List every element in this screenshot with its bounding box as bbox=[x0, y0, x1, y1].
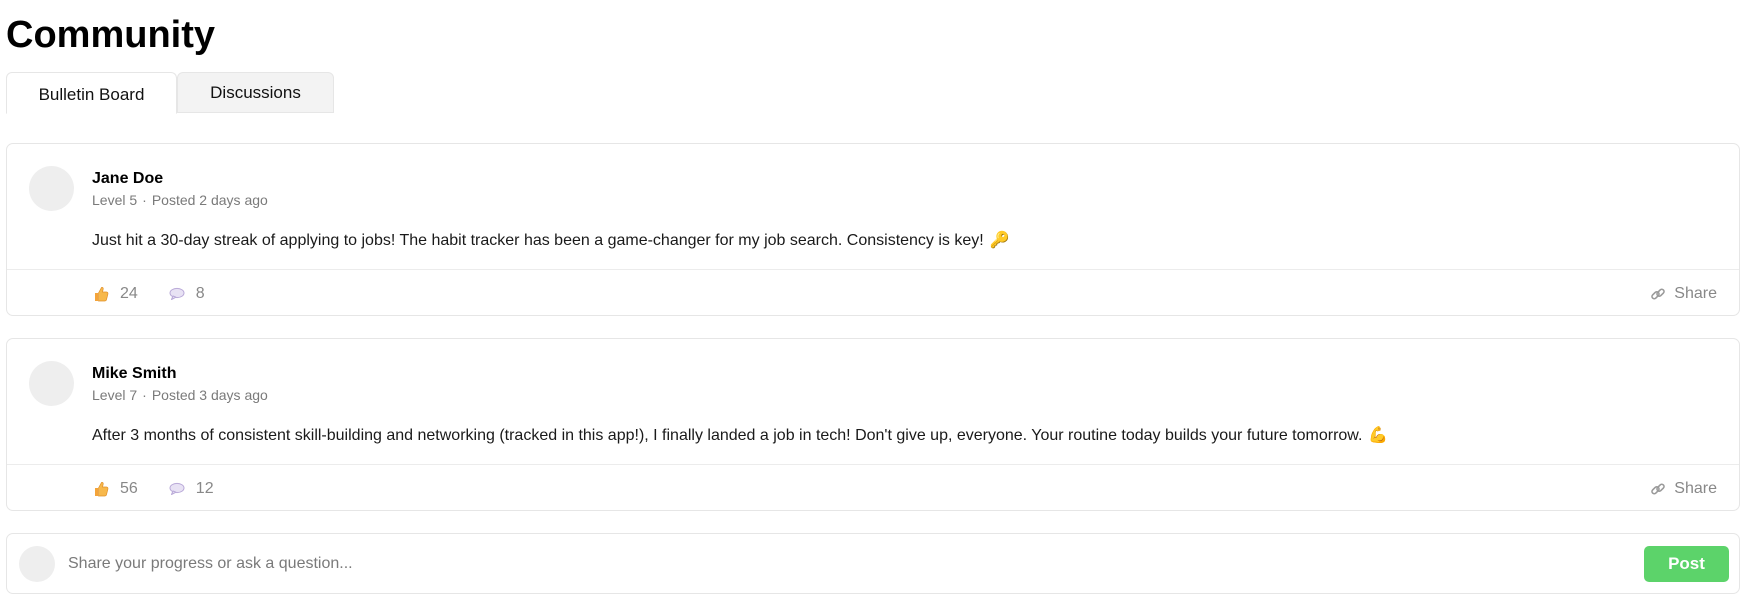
like-count: 24 bbox=[120, 285, 138, 302]
like-button[interactable]: 24 bbox=[92, 285, 138, 303]
post-text: After 3 months of consistent skill-build… bbox=[92, 427, 1363, 444]
post-composer: Post bbox=[6, 533, 1740, 594]
post-card: Mike Smith Level 7 · Posted 3 days ago Aft… bbox=[6, 338, 1740, 511]
comment-button[interactable]: 8 bbox=[168, 285, 205, 303]
avatar bbox=[19, 546, 55, 582]
share-label: Share bbox=[1674, 285, 1717, 302]
post-author[interactable]: Jane Doe bbox=[92, 170, 163, 188]
speech-bubble-icon bbox=[169, 287, 185, 300]
avatar[interactable] bbox=[29, 166, 74, 211]
post-actions: 56 12 bbox=[92, 480, 244, 498]
like-count: 56 bbox=[120, 480, 138, 497]
meta-separator: · bbox=[142, 192, 147, 208]
post-meta: Level 7 · Posted 3 days ago bbox=[92, 387, 268, 403]
flexed-biceps-emoji-icon: 💪 bbox=[1368, 427, 1389, 444]
key-emoji-icon: 🔑 bbox=[989, 232, 1010, 249]
tab-bar: Bulletin Board Discussions bbox=[6, 72, 334, 114]
thumbs-up-icon bbox=[95, 482, 109, 497]
share-button[interactable]: Share bbox=[1650, 480, 1717, 498]
post-actions: 24 8 bbox=[92, 285, 235, 303]
tab-bulletin-board[interactable]: Bulletin Board bbox=[6, 72, 177, 114]
comment-button[interactable]: 12 bbox=[168, 480, 214, 498]
speech-bubble-icon bbox=[169, 482, 185, 495]
post-body: After 3 months of consistent skill-build… bbox=[92, 425, 1388, 445]
community-page: Community Bulletin Board Discussions Jan… bbox=[0, 0, 1748, 598]
divider bbox=[7, 269, 1739, 270]
avatar[interactable] bbox=[29, 361, 74, 406]
like-button[interactable]: 56 bbox=[92, 480, 138, 498]
post-author[interactable]: Mike Smith bbox=[92, 365, 176, 383]
user-level: Level 5 bbox=[92, 192, 138, 208]
post-timestamp: Posted 2 days ago bbox=[151, 192, 268, 208]
post-button[interactable]: Post bbox=[1644, 546, 1729, 582]
share-button[interactable]: Share bbox=[1650, 285, 1717, 303]
post-body: Just hit a 30-day streak of applying to … bbox=[92, 230, 1010, 250]
share-label: Share bbox=[1674, 480, 1717, 497]
post-text: Just hit a 30-day streak of applying to … bbox=[92, 232, 984, 249]
link-icon bbox=[1651, 483, 1666, 495]
comment-count: 8 bbox=[195, 285, 205, 302]
comment-count: 12 bbox=[195, 480, 214, 497]
thumbs-up-icon bbox=[95, 287, 109, 302]
post-meta: Level 5 · Posted 2 days ago bbox=[92, 192, 268, 208]
meta-separator: · bbox=[142, 387, 147, 403]
link-icon bbox=[1651, 288, 1666, 300]
tab-discussions[interactable]: Discussions bbox=[177, 72, 334, 113]
divider bbox=[7, 464, 1739, 465]
post-timestamp: Posted 3 days ago bbox=[151, 387, 268, 403]
page-title: Community bbox=[6, 14, 215, 56]
post-card: Jane Doe Level 5 · Posted 2 days ago Just … bbox=[6, 143, 1740, 316]
post-input[interactable] bbox=[68, 546, 1568, 582]
user-level: Level 7 bbox=[92, 387, 138, 403]
